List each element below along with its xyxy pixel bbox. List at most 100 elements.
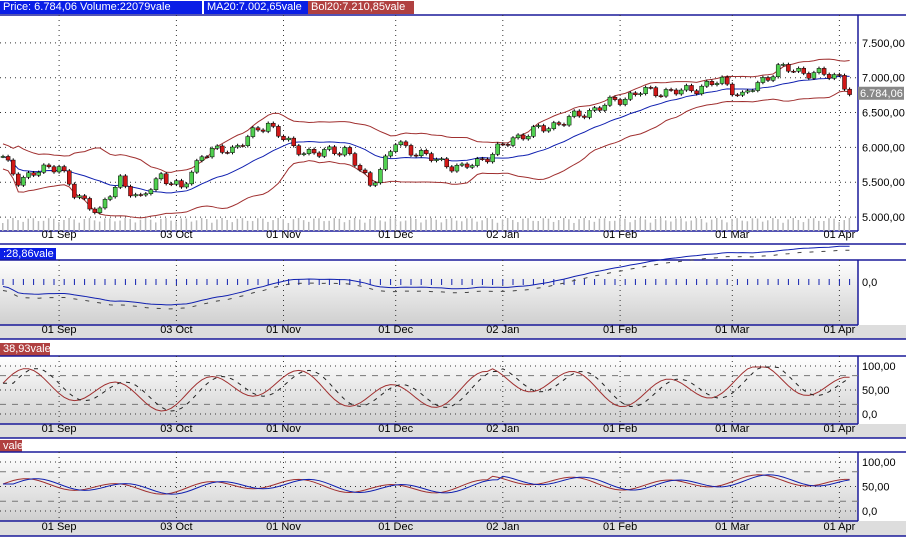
candle [36,172,41,176]
candle [281,135,286,141]
candle [77,195,82,198]
candle [500,143,506,146]
candle [765,77,771,81]
volume-bar [170,220,172,231]
volume-bar [583,218,585,231]
candle [464,163,470,168]
volume-bar [195,220,198,231]
volume-bar [302,220,305,231]
volume-bar [272,220,274,231]
volume-bar [649,222,652,231]
volume-bar [175,221,177,231]
candle [658,95,664,98]
candle [847,88,852,95]
candle [311,149,317,154]
x-tick-label: 01 Mar [715,324,750,336]
volume-bar [282,219,284,231]
volume-bar [78,222,80,231]
volume-bar [88,218,91,231]
volume-bar [445,218,448,231]
candle [112,187,118,198]
candle [571,110,577,117]
candle [826,74,832,79]
candle [719,76,725,84]
x-tick-label: 01 Sep [42,324,77,336]
candle [709,81,715,85]
x-tick-label: 01 Feb [603,521,637,533]
volume-bar [705,222,708,231]
volume-bar [93,220,96,231]
volume-bar [17,220,19,231]
volume-bar [359,219,361,231]
candle [577,110,582,117]
volume-bar [557,220,560,231]
volume-bar [114,221,116,231]
volume-bar [802,222,805,231]
candle [26,172,31,178]
volume-bar [338,218,341,231]
candle [92,208,98,213]
volume-bar [777,219,779,231]
volume-bar [843,220,845,231]
candle [495,143,500,155]
volume-bar [292,219,295,231]
volume-bar [741,220,743,231]
volume-bar [721,219,723,231]
stock-chart[interactable]: 01 Sep 03 Oct 01 Nov 01 Dec 02 Jan 01 Feb 01 M… [0,0,906,540]
candle [561,124,567,126]
panel-background [0,356,858,424]
volume-bar [68,218,70,231]
volume-bar [695,218,698,231]
candle [612,96,618,100]
candle [668,89,674,91]
candle [332,146,337,154]
volume-bar [838,221,840,231]
x-tick-label: 01 Nov [266,423,301,435]
volume-bar [47,218,50,231]
candle [786,64,791,72]
candle [806,73,812,79]
candle [643,87,648,94]
volume-bar [675,218,677,231]
candle [220,145,225,153]
candle [214,145,220,149]
candle [61,166,67,172]
candle [434,159,439,161]
x-tick-label: 01 Apr [823,324,855,336]
volume-bar [506,218,509,231]
volume-bar [787,219,789,231]
volume-bar [552,221,555,231]
volume-bar [42,220,45,231]
candle [352,153,358,166]
volume-bar [216,219,218,231]
candle [316,152,322,157]
volume-bar [206,219,208,231]
candle [393,144,398,152]
candle [174,180,179,185]
price-tick-label: 5.000,00 [862,212,905,224]
candle [526,136,531,140]
volume-bar [104,218,106,231]
candle [679,89,684,95]
candle [439,158,444,160]
candle [408,145,414,156]
volume-bar [455,220,458,231]
candle [673,89,679,95]
x-tick-label: 01 Feb [603,423,637,435]
volume-bar [313,218,315,231]
volume-bar [573,222,575,231]
volume-bar [568,219,570,231]
volume-bar [700,218,703,231]
axis-strip [0,424,906,438]
candle [342,147,347,156]
candle [67,170,72,185]
volume-bar [410,218,412,231]
volume-bar [124,218,126,231]
candle [118,175,123,188]
candle [475,158,480,166]
stochastic-tick-label: 0,0 [862,409,877,421]
candle [842,75,847,90]
volume-bar [328,220,330,231]
candle [143,193,149,196]
candle [449,166,455,172]
